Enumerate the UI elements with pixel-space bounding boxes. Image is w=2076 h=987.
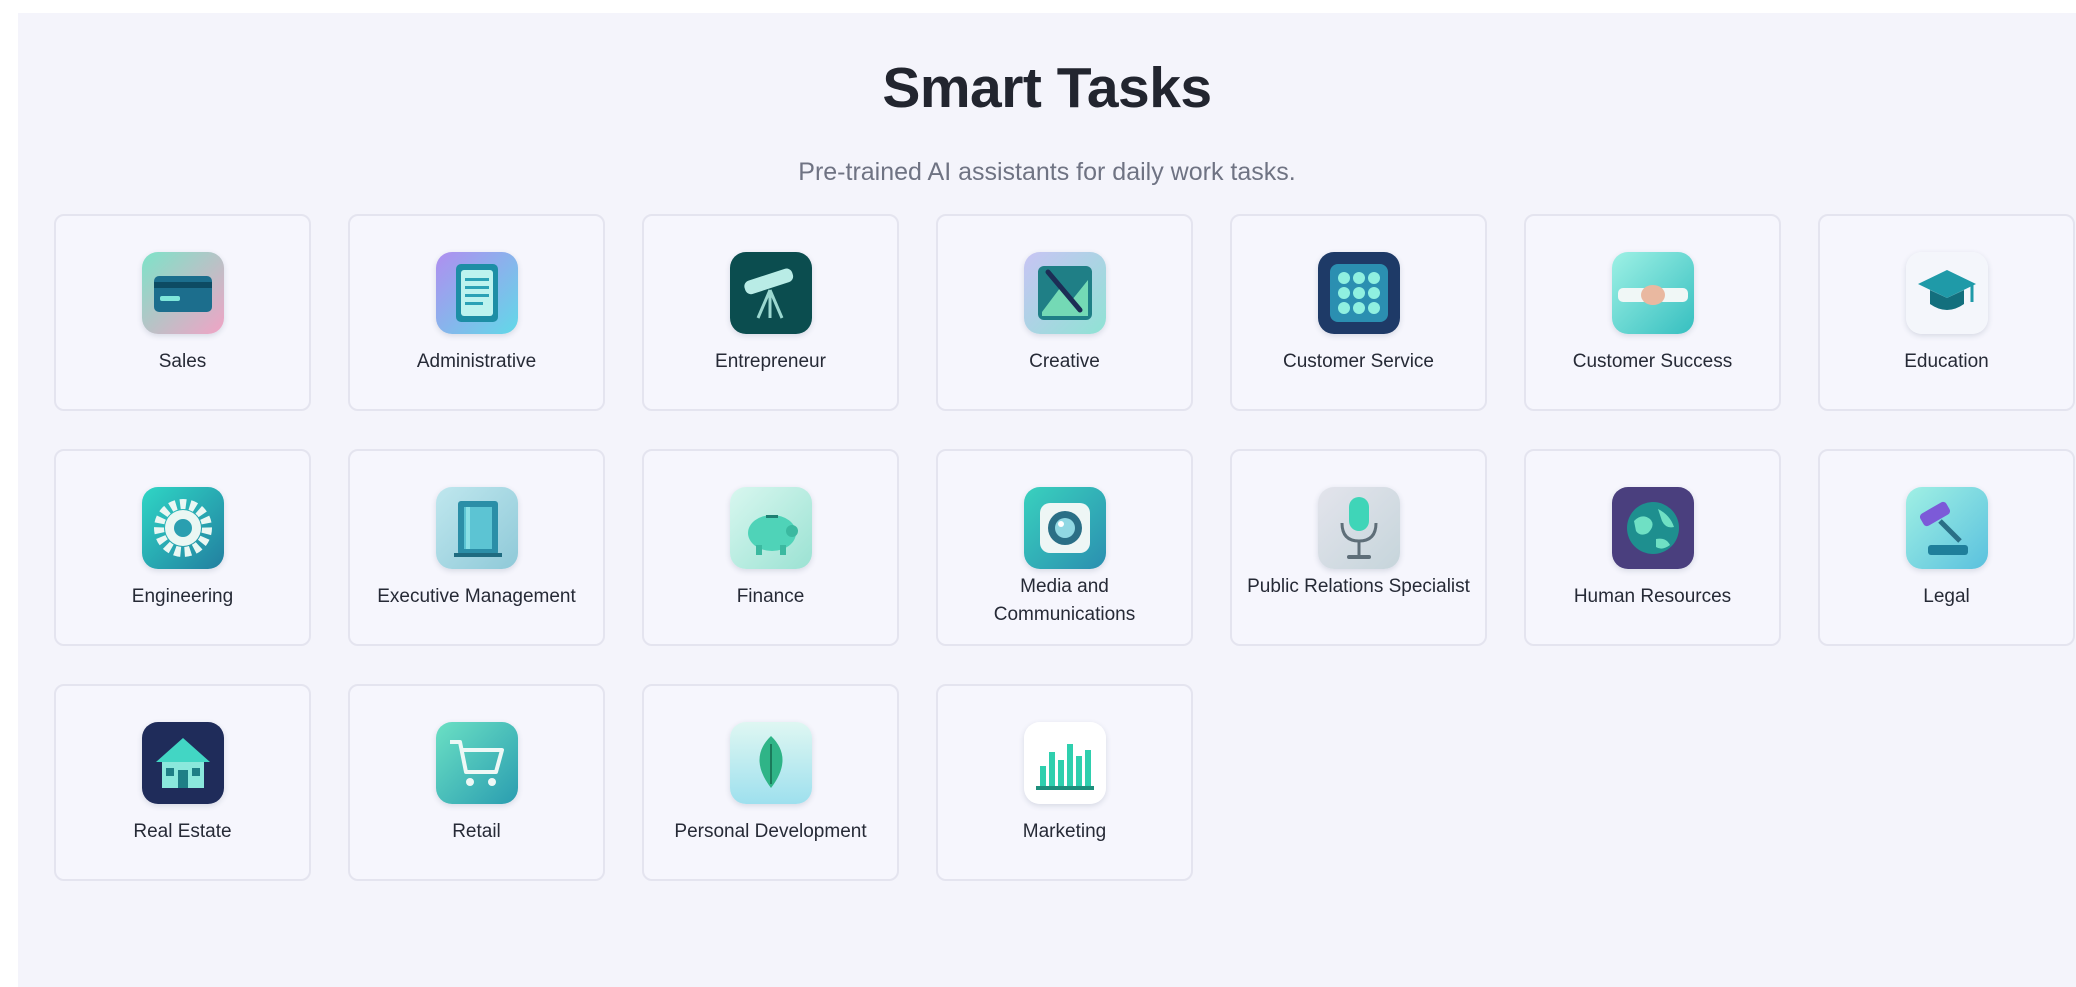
category-label: Personal Development	[674, 821, 867, 842]
camera-lens-icon	[1023, 487, 1106, 569]
category-label: Sales	[158, 351, 207, 372]
shopping-cart-icon	[435, 722, 518, 804]
category-label: Administrative	[416, 351, 537, 372]
category-label: Education	[1904, 351, 1989, 372]
category-label: Engineering	[131, 586, 234, 607]
category-label: Creative	[1029, 351, 1100, 372]
category-label: Real Estate	[133, 821, 232, 842]
piggy-bank-icon	[729, 487, 812, 569]
page-title: Smart Tasks	[882, 56, 1212, 120]
category-card-personal-development[interactable]: Personal Development	[642, 684, 899, 881]
category-label: Entrepreneur	[715, 351, 826, 372]
category-label: Marketing	[1022, 821, 1107, 842]
category-label: Finance	[736, 586, 805, 607]
category-label: Public Relations Specialist	[1247, 576, 1470, 597]
category-grid: Sales Administrative Entrepreneur Creati…	[54, 214, 2075, 881]
category-card-customer-success[interactable]: Customer Success	[1524, 214, 1781, 411]
gavel-icon	[1905, 487, 1988, 569]
house-icon	[141, 722, 224, 804]
category-card-media-and-communications[interactable]: Media and Communications	[936, 449, 1193, 646]
category-card-customer-service[interactable]: Customer Service	[1230, 214, 1487, 411]
category-card-administrative[interactable]: Administrative	[348, 214, 605, 411]
category-card-marketing[interactable]: Marketing	[936, 684, 1193, 881]
category-card-education[interactable]: Education	[1818, 214, 2075, 411]
category-card-sales[interactable]: Sales	[54, 214, 311, 411]
category-card-entrepreneur[interactable]: Entrepreneur	[642, 214, 899, 411]
globe-icon	[1611, 487, 1694, 569]
smart-tasks-panel: Smart Tasks Pre-trained AI assistants fo…	[18, 13, 2076, 987]
graduation-cap-icon	[1905, 252, 1988, 334]
category-label: Media and Communications	[993, 576, 1136, 625]
category-card-finance[interactable]: Finance	[642, 449, 899, 646]
gear-icon	[141, 487, 224, 569]
office-building-icon	[435, 487, 518, 569]
category-label: Retail	[452, 821, 501, 842]
handshake-icon	[1611, 252, 1694, 334]
category-card-legal[interactable]: Legal	[1818, 449, 2075, 646]
credit-card-icon	[141, 252, 224, 334]
paintbrush-icon	[1023, 252, 1106, 334]
category-label: Customer Service	[1283, 351, 1434, 372]
category-card-executive-management[interactable]: Executive Management	[348, 449, 605, 646]
category-card-creative[interactable]: Creative	[936, 214, 1193, 411]
dial-pad-icon	[1317, 252, 1400, 334]
page-subtitle: Pre-trained AI assistants for daily work…	[798, 158, 1296, 186]
category-card-retail[interactable]: Retail	[348, 684, 605, 881]
category-card-real-estate[interactable]: Real Estate	[54, 684, 311, 881]
telescope-icon	[729, 252, 812, 334]
microphone-icon	[1317, 487, 1400, 569]
clipboard-icon	[435, 252, 518, 334]
category-card-human-resources[interactable]: Human Resources	[1524, 449, 1781, 646]
leaf-icon	[729, 722, 812, 804]
category-label: Executive Management	[377, 586, 576, 607]
category-label: Human Resources	[1573, 586, 1732, 607]
category-label: Customer Success	[1572, 351, 1733, 372]
category-card-public-relations-specialist[interactable]: Public Relations Specialist	[1230, 449, 1487, 646]
bar-chart-icon	[1023, 722, 1106, 804]
category-label: Legal	[1923, 586, 1970, 607]
category-card-engineering[interactable]: Engineering	[54, 449, 311, 646]
